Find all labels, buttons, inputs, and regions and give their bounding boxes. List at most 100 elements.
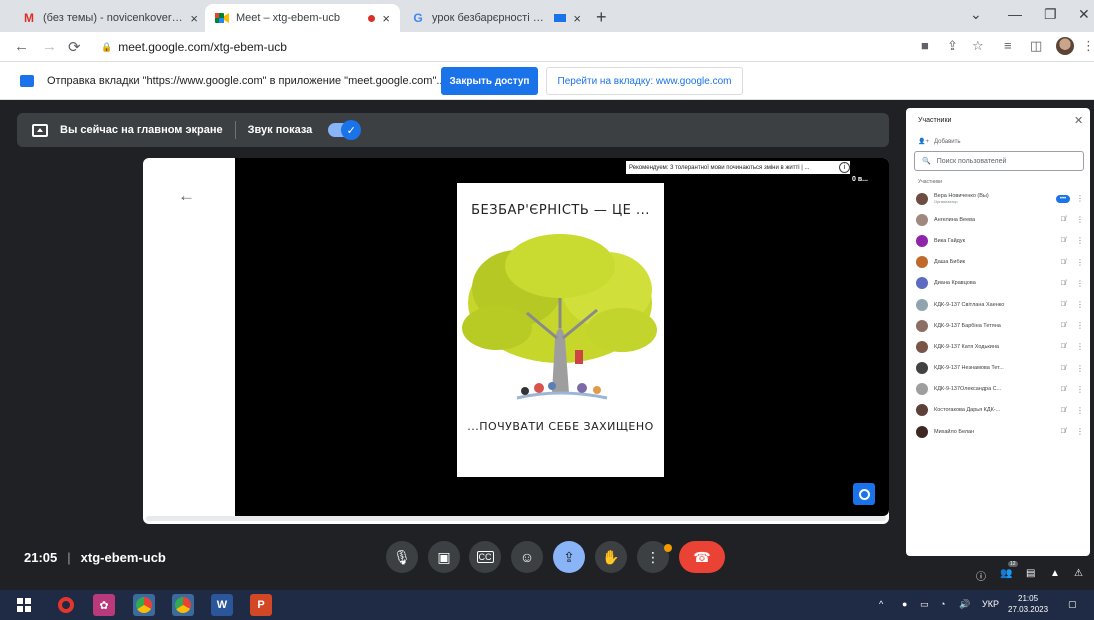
mic-muted-icon[interactable]: 🎙̸ — [1056, 259, 1070, 266]
participant-row[interactable]: КДК-9-137 Світлана Хаенко 🎙̸ ⋮ — [914, 294, 1084, 315]
sound-label: Звук показа — [247, 124, 313, 136]
info-icon[interactable]: ⓘ — [976, 568, 986, 583]
host-controls-icon[interactable]: ⚠ — [1074, 568, 1083, 579]
mic-muted-icon[interactable]: 🎙̸ — [1056, 365, 1070, 372]
participant-row[interactable]: Диана Кравцова 🎙̸ ⋮ — [914, 273, 1084, 294]
notifications-icon[interactable]: ▢ — [1068, 599, 1077, 610]
participant-row[interactable]: Михайло Белан 🎙̸ ⋮ — [914, 421, 1084, 442]
switch-to-tab-button[interactable]: Перейти на вкладку: www.google.com — [546, 67, 743, 95]
chrome-icon[interactable] — [133, 594, 155, 616]
more-vert-icon[interactable]: ⋮ — [1076, 258, 1084, 267]
participant-row[interactable]: Даша Бибик 🎙̸ ⋮ — [914, 252, 1084, 273]
bookmark-star-icon[interactable]: ☆ — [972, 38, 984, 54]
mic-muted-icon[interactable]: 🎙̸ — [1056, 343, 1070, 350]
mic-muted-icon[interactable]: 🎙̸ — [1056, 237, 1070, 244]
sound-toggle[interactable]: ✓ — [328, 120, 362, 140]
tab-google-search[interactable]: G урок безбарєрності вихов × — [401, 4, 591, 32]
activities-icon[interactable]: ▲ — [1050, 568, 1060, 579]
back-icon[interactable]: ← — [14, 38, 29, 55]
close-window-button[interactable]: ✕ — [1078, 6, 1090, 23]
chat-icon[interactable]: ▤ — [1026, 568, 1035, 579]
more-vert-icon[interactable]: ⋮ — [1076, 406, 1084, 415]
new-tab-button[interactable]: + — [596, 7, 607, 28]
horizontal-scrollbar[interactable] — [146, 516, 886, 521]
captions-button[interactable]: CC — [469, 541, 501, 573]
hang-up-icon: ☎ — [693, 548, 711, 565]
more-vert-icon[interactable]: ⋮ — [1076, 342, 1084, 351]
camera-button[interactable]: ▣ — [428, 541, 460, 573]
network-icon[interactable]: ◔ — [940, 599, 945, 609]
opera-icon[interactable] — [55, 594, 77, 616]
share-icon[interactable]: ⇪ — [947, 38, 958, 54]
reading-list-icon[interactable]: ≡ — [1004, 38, 1012, 53]
powerpoint-icon[interactable]: P — [250, 594, 272, 616]
side-panel-icon[interactable]: ◫ — [1030, 38, 1042, 54]
tab-search-icon[interactable]: ⌄ — [970, 6, 982, 23]
battery-icon[interactable]: ▭ — [920, 599, 929, 610]
raise-hand-button[interactable]: ✋ — [595, 541, 627, 573]
windows-start-icon[interactable] — [13, 594, 35, 616]
mic-muted-icon[interactable]: 🎙̸ — [1056, 216, 1070, 223]
chrome-profile-icon[interactable] — [172, 594, 194, 616]
menu-icon[interactable]: ⋮ — [1082, 38, 1094, 54]
mic-muted-icon[interactable]: 🎙̸ — [1056, 407, 1070, 414]
microphone-button[interactable]: 🎙 — [386, 541, 418, 573]
camera-icon[interactable]: ■ — [921, 38, 929, 53]
emoji-icon: ☺ — [519, 549, 535, 565]
avatar — [916, 404, 928, 417]
more-vert-icon[interactable]: ⋮ — [1076, 321, 1084, 330]
participant-row[interactable]: Костогакова Дарья КДК-... 🎙̸ ⋮ — [914, 400, 1084, 421]
tab-gmail[interactable]: M (без темы) - novicenkovera@gm × — [12, 4, 208, 32]
close-icon[interactable]: ✕ — [1074, 114, 1083, 127]
shared-tab-preview: ← Рекомендуем: 3 толерантної мови почина… — [143, 158, 889, 524]
more-vert-icon[interactable]: ⋮ — [1076, 364, 1084, 373]
app-icon[interactable]: ✿ — [93, 594, 115, 616]
participant-row[interactable]: Вера Новиченко (Вы) Организатор ••• ⋮ — [914, 188, 1084, 209]
mic-muted-icon[interactable]: 🎙̸ — [1056, 386, 1070, 393]
participant-row[interactable]: Ангелина Веева 🎙̸ ⋮ — [914, 209, 1084, 230]
more-vert-icon[interactable]: ⋮ — [1076, 215, 1084, 224]
people-icon[interactable]: 👥 — [1000, 568, 1012, 579]
more-vert-icon[interactable]: ⋮ — [1076, 279, 1084, 288]
mic-muted-icon[interactable]: 🎙̸ — [1056, 322, 1070, 329]
close-icon[interactable]: × — [190, 11, 198, 26]
volume-icon[interactable]: 🔊 — [959, 599, 970, 610]
participant-row[interactable]: Вика Гайдук 🎙̸ ⋮ — [914, 230, 1084, 251]
mic-active-icon[interactable]: ••• — [1056, 194, 1070, 203]
more-vert-icon[interactable]: ⋮ — [1076, 427, 1084, 436]
participant-row[interactable]: КДК-9-137 Незнамова Тет... 🎙̸ ⋮ — [914, 358, 1084, 379]
more-vert-icon[interactable]: ⋮ — [1076, 194, 1084, 203]
participant-row[interactable]: КДК-9-137Олександра С... 🎙̸ ⋮ — [914, 379, 1084, 400]
mic-muted-icon[interactable]: 🎙̸ — [1056, 280, 1070, 287]
windows-taskbar: ✿ W P ^ ● ▭ ◔ 🔊 УКР ▢ — [0, 590, 1094, 620]
meeting-time: 21:05 — [24, 550, 58, 565]
tray-chevron-icon[interactable]: ^ — [879, 599, 883, 609]
participant-row[interactable]: КДК-9-137 Барбіна Тетяна 🎙̸ ⋮ — [914, 315, 1084, 336]
more-vert-icon[interactable]: ⋮ — [1076, 236, 1084, 245]
mic-muted-icon[interactable]: 🎙̸ — [1056, 428, 1070, 435]
present-button[interactable]: ⇪ — [553, 541, 585, 573]
close-icon[interactable]: × — [573, 11, 581, 26]
more-vert-icon[interactable]: ⋮ — [1076, 385, 1084, 394]
more-vert-icon[interactable]: ⋮ — [1076, 300, 1084, 309]
search-input[interactable]: 🔍 Поиск пользователей — [914, 151, 1084, 171]
language-indicator[interactable]: УКР — [982, 599, 999, 609]
url-field[interactable]: 🔒 meet.google.com/xtg-ebem-ucb — [101, 40, 287, 54]
system-clock[interactable]: 21:05 27.03.2023 — [1008, 593, 1048, 615]
end-call-button[interactable]: ☎ — [679, 541, 725, 573]
word-icon[interactable]: W — [211, 594, 233, 616]
tab-meet[interactable]: Meet – xtg-ebem-ucb × — [205, 4, 400, 32]
avatar — [916, 234, 928, 247]
microphone-tray-icon[interactable]: ● — [902, 599, 907, 609]
close-icon[interactable]: × — [382, 11, 390, 26]
minimize-button[interactable]: — — [1008, 6, 1022, 22]
maximize-button[interactable]: ❐ — [1044, 6, 1057, 23]
participant-row[interactable]: КДК-9-137 Катя Ходькина 🎙̸ ⋮ — [914, 336, 1084, 357]
stop-sharing-button[interactable]: Закрыть доступ — [441, 67, 538, 95]
reload-icon[interactable]: ⟳ — [68, 38, 81, 56]
mic-muted-icon[interactable]: 🎙̸ — [1056, 301, 1070, 308]
add-people-button[interactable]: 👤+ Добавить — [918, 138, 961, 146]
reactions-button[interactable]: ☺ — [511, 541, 543, 573]
profile-avatar[interactable] — [1056, 37, 1074, 55]
forward-icon[interactable]: → — [42, 38, 57, 55]
